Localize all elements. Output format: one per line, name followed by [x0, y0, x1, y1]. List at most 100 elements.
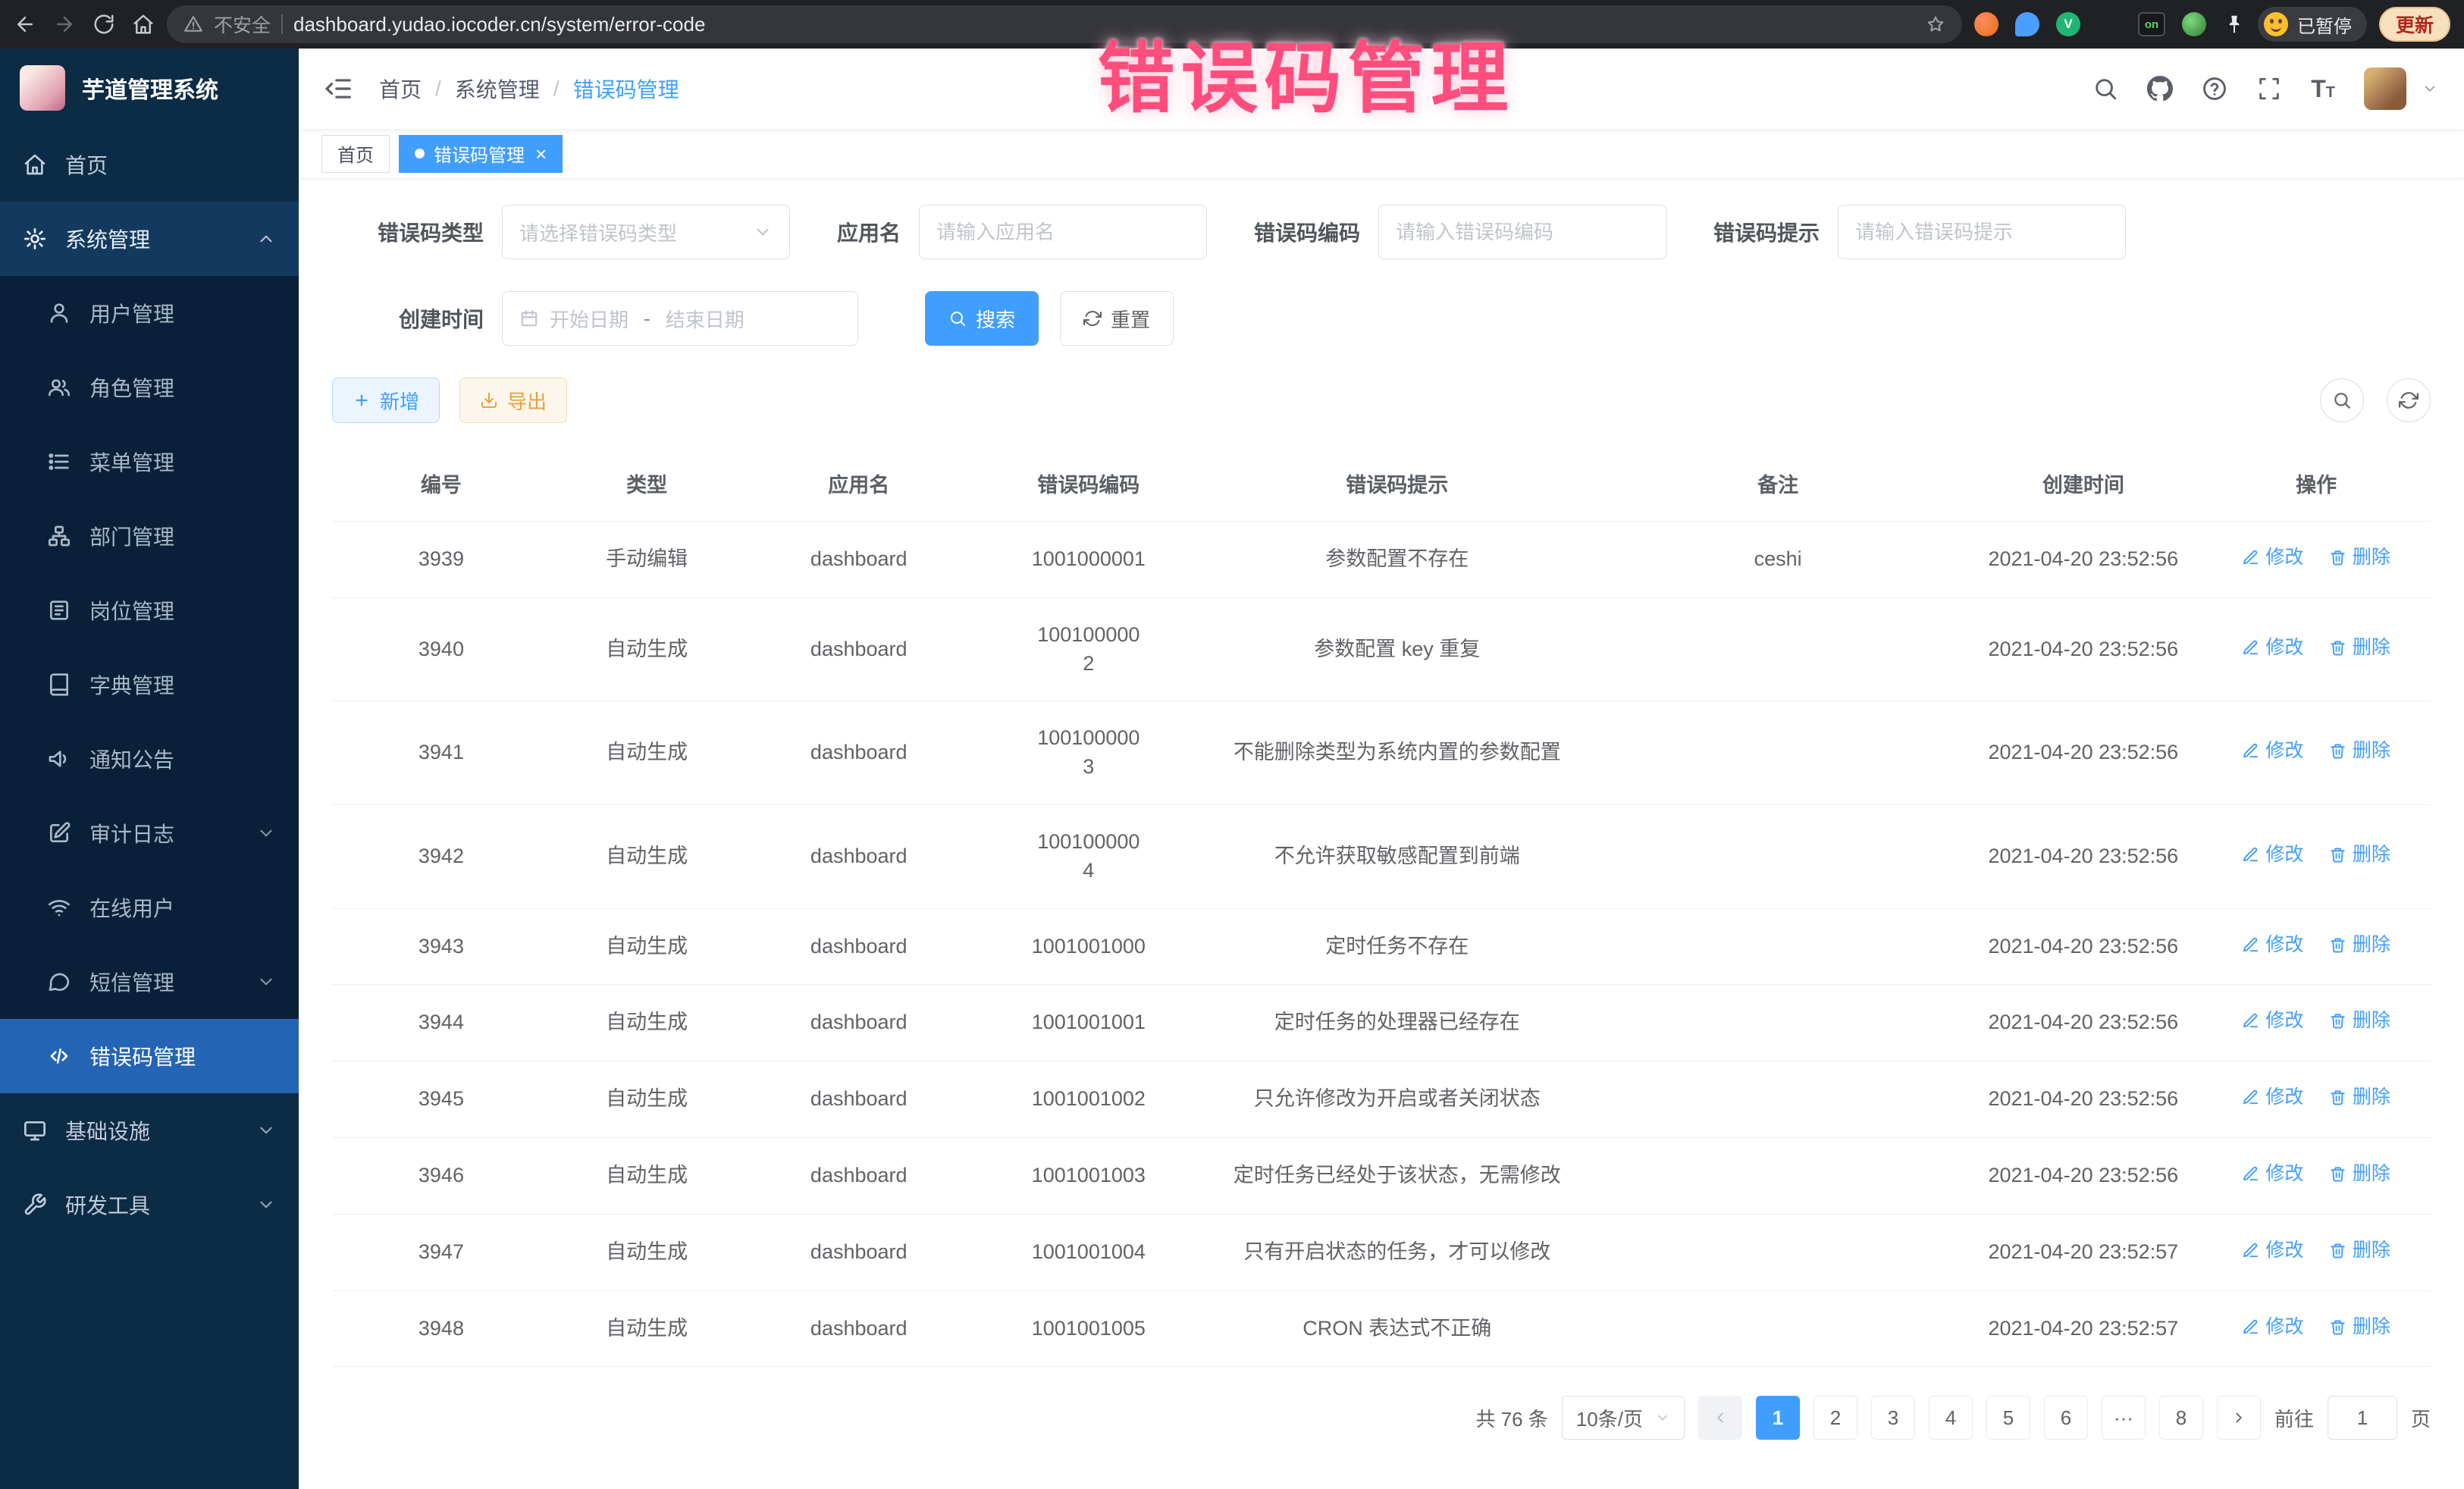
error-code-input[interactable]: [1378, 205, 1666, 259]
sidebar-item-dict-mgmt[interactable]: 字典管理: [0, 647, 299, 722]
error-msg-input[interactable]: [1838, 205, 2126, 259]
export-button[interactable]: 导出: [459, 378, 567, 423]
field-label: 错误码提示: [1713, 217, 1820, 247]
filter-row-1: 错误码类型 请选择错误码类型 应用名 错误码编码: [332, 205, 2431, 259]
error-type-select[interactable]: 请选择错误码类型: [502, 205, 790, 259]
sidebar-item-sms-mgmt[interactable]: 短信管理: [0, 945, 299, 1019]
tab-error-code[interactable]: 错误码管理 ×: [399, 135, 563, 173]
github-icon[interactable]: [2147, 76, 2173, 102]
breadcrumb-home[interactable]: 首页: [379, 74, 422, 104]
extension-on-icon[interactable]: on: [2138, 12, 2165, 36]
edit-label: 修改: [2265, 1084, 2303, 1111]
sidebar-item-user-mgmt[interactable]: 用户管理: [0, 276, 299, 350]
sidebar-item-infra[interactable]: 基础设施: [0, 1093, 299, 1168]
prev-page-button[interactable]: [1698, 1396, 1742, 1440]
page-button-8[interactable]: 8: [2159, 1396, 2203, 1440]
reset-button[interactable]: 重置: [1060, 291, 1174, 346]
delete-link[interactable]: 删除: [2329, 635, 2390, 661]
code-value: 1001000001: [1032, 547, 1146, 570]
forward-icon[interactable]: [53, 13, 76, 36]
sidebar-item-role-mgmt[interactable]: 角色管理: [0, 350, 299, 425]
app-logo[interactable]: 芋道管理系统: [0, 49, 299, 127]
pin-icon[interactable]: [2223, 13, 2246, 36]
sidebar-item-devtools[interactable]: 研发工具: [0, 1168, 299, 1242]
page-size-select[interactable]: 10条/页: [1562, 1396, 1685, 1440]
sidebar-item-audit-log[interactable]: 审计日志: [0, 796, 299, 870]
delete-link[interactable]: 删除: [2329, 1314, 2390, 1340]
omnibox-divider: [281, 14, 283, 34]
update-button[interactable]: 更新: [2379, 7, 2450, 42]
bookmark-star-icon[interactable]: [1926, 14, 1945, 34]
chevron-down-icon[interactable]: [2422, 80, 2438, 97]
address-bar[interactable]: 不安全 dashboard.yudao.iocoder.cn/system/er…: [167, 5, 1962, 43]
edit-link[interactable]: 修改: [2242, 932, 2303, 958]
goto-page-input[interactable]: [2328, 1396, 2397, 1440]
add-button-label: 新增: [380, 387, 419, 415]
delete-link[interactable]: 删除: [2329, 738, 2390, 764]
extension-drop-icon[interactable]: [2015, 12, 2039, 36]
delete-link[interactable]: 删除: [2329, 1084, 2390, 1111]
edit-link[interactable]: 修改: [2242, 1237, 2303, 1264]
refresh-table-button[interactable]: [2387, 378, 2431, 422]
tab-home[interactable]: 首页: [321, 135, 390, 173]
page-button-3[interactable]: 3: [1871, 1396, 1915, 1440]
paused-badge[interactable]: 已暂停: [2258, 7, 2367, 42]
page-button-6[interactable]: 6: [2044, 1396, 2088, 1440]
close-icon[interactable]: ×: [535, 144, 547, 164]
page-button-1[interactable]: 1: [1756, 1396, 1800, 1440]
user-avatar[interactable]: [2364, 67, 2406, 110]
cell-app: dashboard: [744, 522, 974, 598]
extension-v-icon[interactable]: V: [2056, 12, 2080, 36]
page-button-5[interactable]: 5: [1986, 1396, 2030, 1440]
edit-link[interactable]: 修改: [2242, 1084, 2303, 1111]
sidebar-item-post-mgmt[interactable]: 岗位管理: [0, 573, 299, 647]
breadcrumb-system[interactable]: 系统管理: [455, 74, 540, 104]
delete-link[interactable]: 删除: [2329, 1008, 2390, 1034]
sidebar-item-home[interactable]: 首页: [0, 127, 299, 202]
edit-link[interactable]: 修改: [2242, 544, 2303, 571]
delete-link[interactable]: 删除: [2329, 932, 2390, 958]
search-icon[interactable]: [2093, 76, 2118, 102]
logo-avatar: [20, 65, 65, 111]
search-button[interactable]: 搜索: [925, 291, 1039, 346]
edit-link[interactable]: 修改: [2242, 1161, 2303, 1187]
delete-link[interactable]: 删除: [2329, 1237, 2390, 1264]
sidebar-item-notice[interactable]: 通知公告: [0, 722, 299, 796]
question-icon[interactable]: [2202, 76, 2227, 102]
edit-link[interactable]: 修改: [2242, 1314, 2303, 1340]
edit-link[interactable]: 修改: [2242, 1008, 2303, 1034]
field-error-msg: 错误码提示: [1713, 205, 2126, 259]
delete-link[interactable]: 删除: [2329, 1161, 2390, 1187]
add-button[interactable]: 新增: [332, 378, 440, 423]
edit-link[interactable]: 修改: [2242, 738, 2303, 764]
delete-link[interactable]: 删除: [2329, 842, 2390, 868]
extension-record-icon[interactable]: [1974, 12, 1998, 36]
cell-type: 自动生成: [550, 1061, 744, 1138]
sidebar-item-menu-mgmt[interactable]: 菜单管理: [0, 425, 299, 499]
extension-leaf-icon[interactable]: [2182, 12, 2206, 36]
app-name-input[interactable]: [919, 205, 1207, 259]
sidebar-item-dept-mgmt[interactable]: 部门管理: [0, 499, 299, 573]
page-ellipsis-button[interactable]: ···: [2102, 1396, 2146, 1440]
date-range-input[interactable]: 开始日期 - 结束日期: [502, 291, 858, 346]
page-button-4[interactable]: 4: [1929, 1396, 1973, 1440]
edit-link[interactable]: 修改: [2242, 842, 2303, 868]
sidebar-toggle-icon[interactable]: [324, 74, 353, 103]
code-value: 1001001003: [1032, 1164, 1146, 1186]
back-icon[interactable]: [14, 13, 36, 36]
page-button-2[interactable]: 2: [1814, 1396, 1857, 1440]
browser-home-icon[interactable]: [132, 13, 155, 36]
sidebar-item-system[interactable]: 系统管理: [0, 202, 299, 276]
trash-icon: [2329, 1242, 2346, 1259]
extension-grid-icon[interactable]: [2097, 12, 2121, 36]
cell-actions: 修改 删除: [2202, 1061, 2431, 1138]
show-search-button[interactable]: [2320, 378, 2364, 422]
delete-link[interactable]: 删除: [2329, 544, 2390, 571]
next-page-button[interactable]: [2217, 1396, 2261, 1440]
fullscreen-icon[interactable]: [2256, 76, 2282, 102]
font-size-icon[interactable]: TT: [2311, 77, 2335, 101]
edit-link[interactable]: 修改: [2242, 635, 2303, 661]
sidebar-item-online-users[interactable]: 在线用户: [0, 870, 299, 945]
reload-icon[interactable]: [92, 13, 115, 36]
sidebar-item-error-code-mgmt[interactable]: 错误码管理: [0, 1019, 299, 1093]
